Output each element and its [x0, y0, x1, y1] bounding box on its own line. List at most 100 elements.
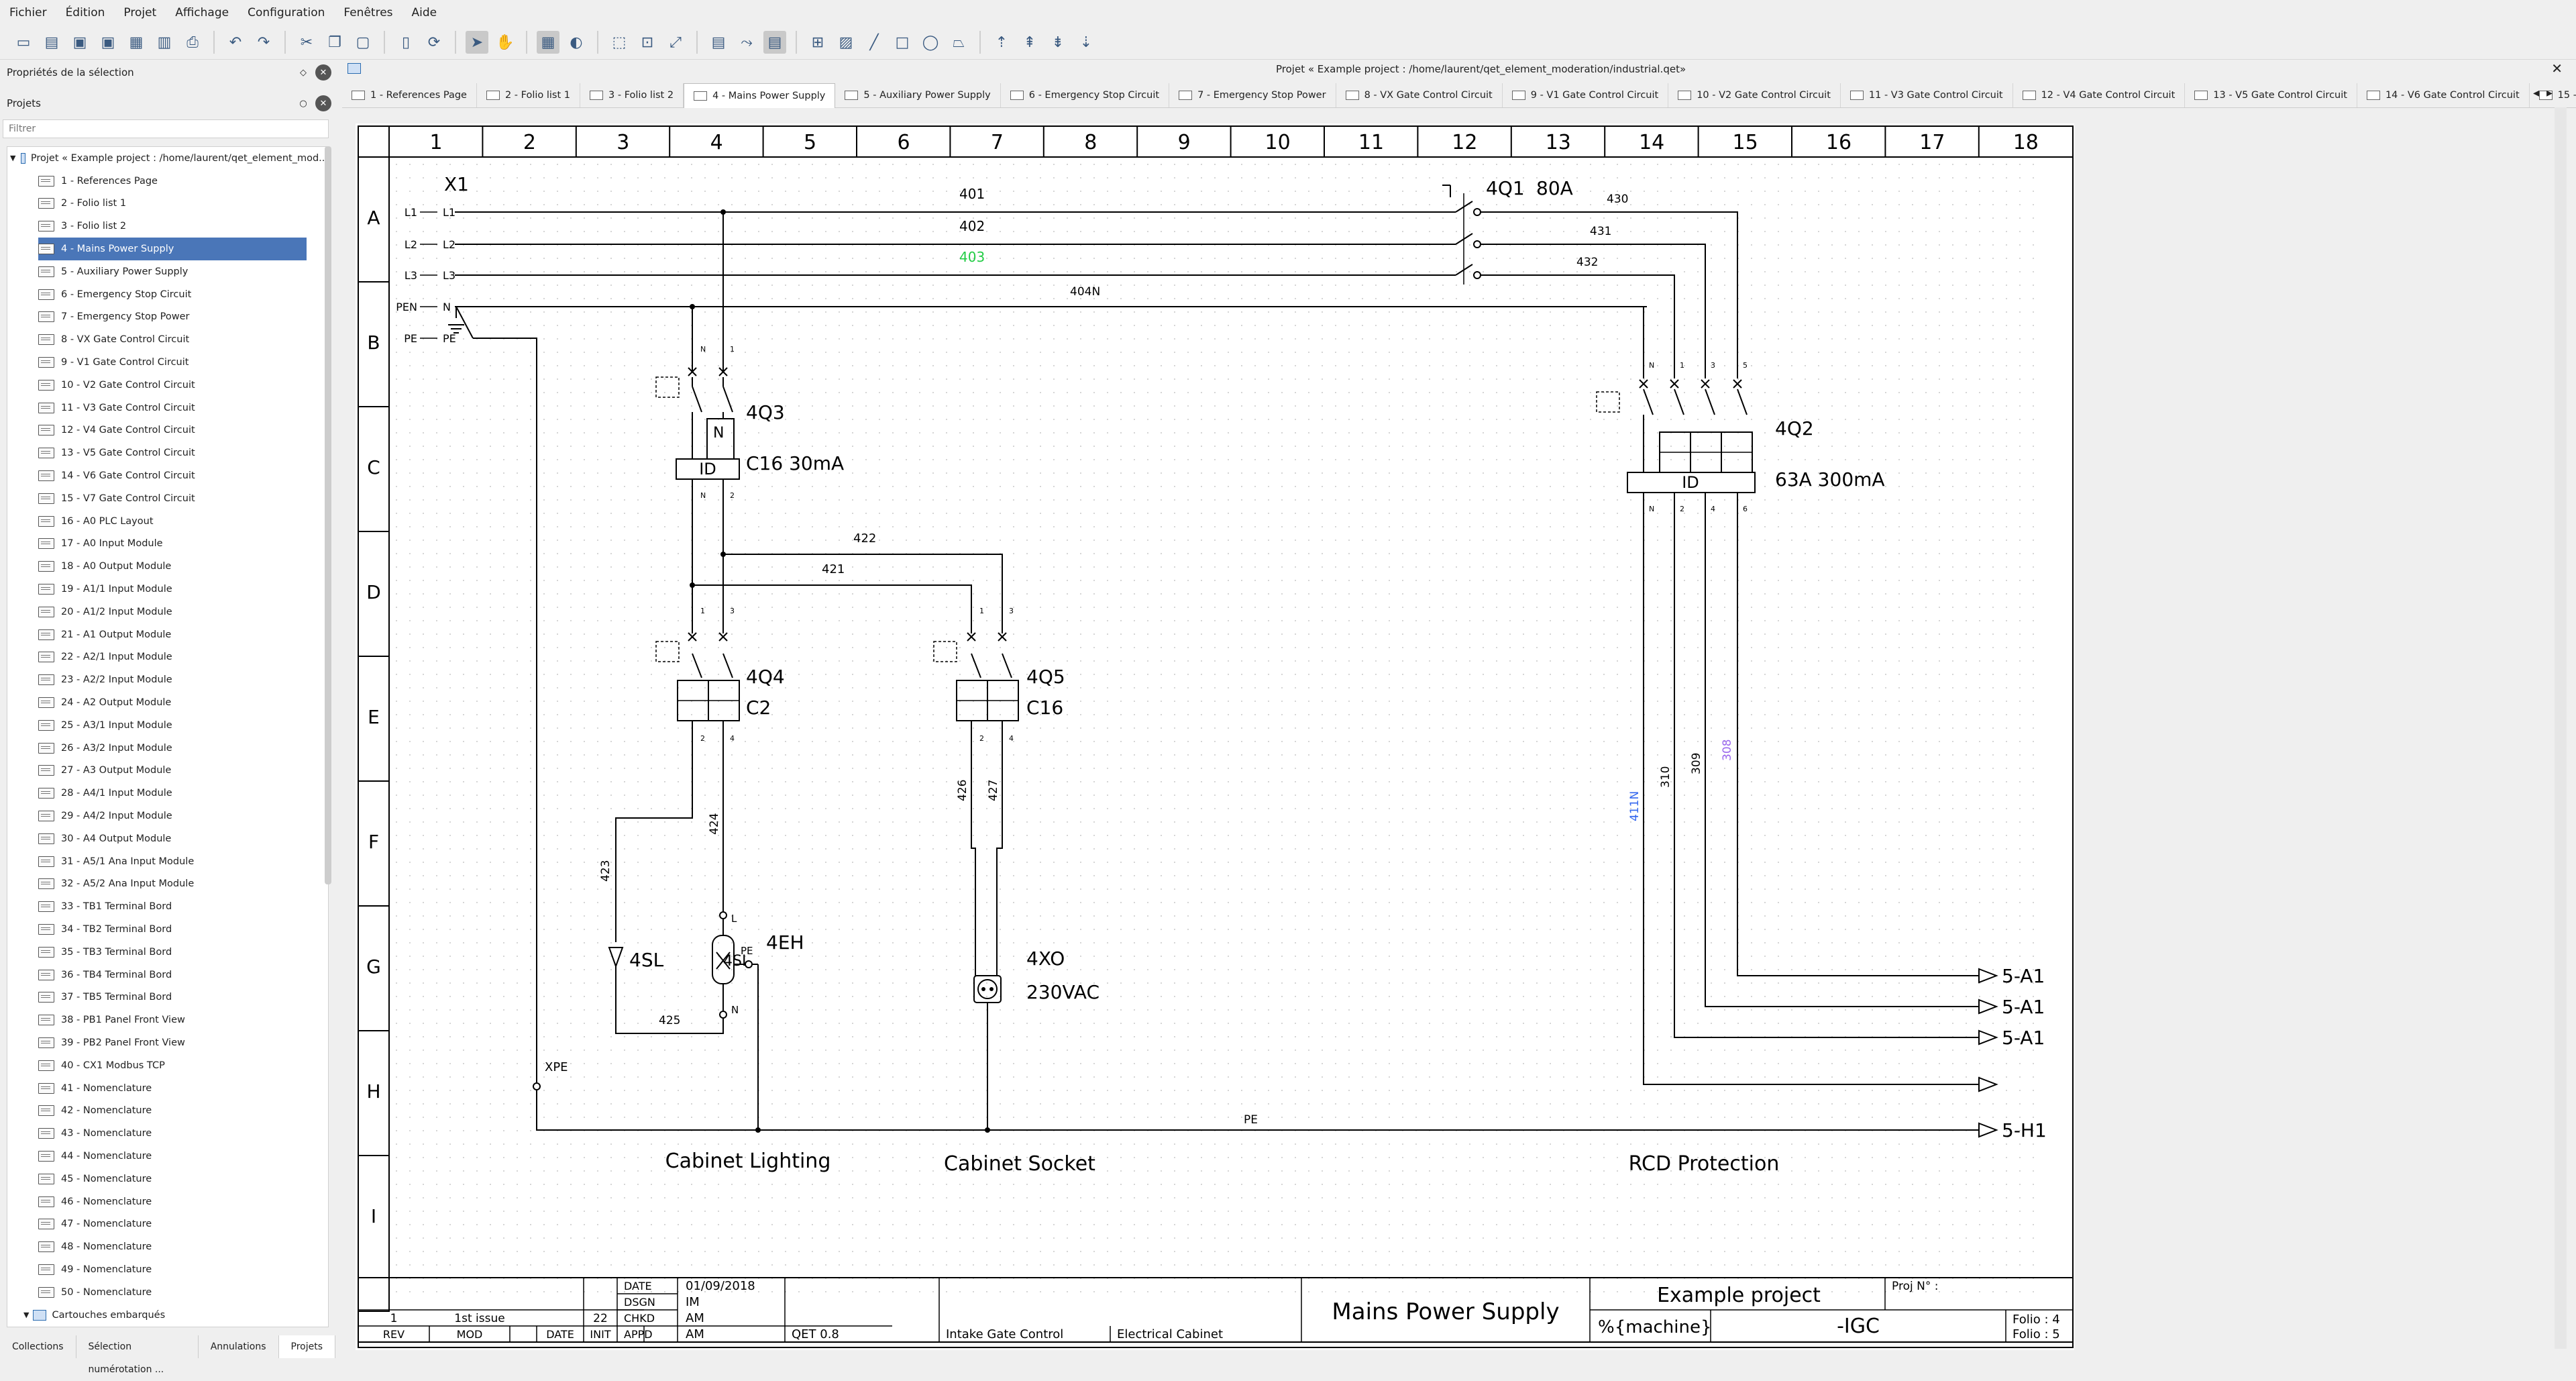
folio-tree-item[interactable]: 3 - Folio list 2 — [25, 215, 328, 238]
folio-tree-item[interactable]: 33 - TB1 Terminal Bord — [25, 895, 328, 918]
folio-tab[interactable]: 14 - V6 Gate Control Circuit — [2357, 83, 2530, 107]
folio-tree-item[interactable]: 38 - PB1 Panel Front View — [25, 1009, 328, 1031]
save-icon[interactable]: ▣ — [68, 31, 91, 54]
folio-tree-item[interactable]: 12 - V4 Gate Control Circuit — [25, 419, 328, 442]
folio-tree-item[interactable]: 40 - CX1 Modbus TCP — [25, 1054, 328, 1077]
menu-aide[interactable]: Aide — [402, 0, 447, 25]
send-back-icon[interactable]: ⇣ — [1075, 31, 1097, 54]
folio-tree-item[interactable]: 32 - A5/2 Ana Input Module — [25, 873, 328, 896]
folio-tree-item[interactable]: 23 - A2/2 Input Module — [25, 668, 328, 691]
zoom-fit-icon[interactable]: ⬚ — [608, 31, 631, 54]
tree-scrollbar[interactable] — [325, 146, 331, 884]
folio-tree-item[interactable]: 19 - A1/1 Input Module — [25, 578, 328, 601]
tabs-left-arrow-icon[interactable]: ◂ — [2533, 86, 2539, 100]
folio-tree-item[interactable]: 28 - A4/1 Input Module — [25, 782, 328, 805]
vertical-scrollbar[interactable] — [2555, 107, 2567, 1349]
menu-fenetres[interactable]: Fenêtres — [334, 0, 402, 25]
folio-tab[interactable]: 4 - Mains Power Supply — [684, 83, 836, 108]
menu-affichage[interactable]: Affichage — [166, 0, 238, 25]
folio-tab[interactable]: 1 - References Page — [342, 83, 477, 107]
print-icon[interactable]: ⎙ — [181, 31, 204, 54]
folio-tree-item[interactable]: 47 - Nomenclature — [25, 1213, 328, 1235]
float-icon[interactable]: ○ — [295, 95, 311, 111]
close-icon[interactable]: ✕ — [2551, 60, 2563, 76]
folio-tree-item[interactable]: 14 - V6 Gate Control Circuit — [25, 464, 328, 487]
folio-tree-item[interactable]: 17 - A0 Input Module — [25, 533, 328, 556]
folio-tree-item[interactable]: 44 - Nomenclature — [25, 1145, 328, 1168]
hand-pan-icon[interactable]: ✋ — [494, 31, 517, 54]
tab-undo[interactable]: Annulations — [199, 1335, 279, 1358]
menu-projet[interactable]: Projet — [114, 0, 166, 25]
folio-tree-item[interactable]: 16 - A0 PLC Layout — [25, 510, 328, 533]
folio-tab[interactable]: 3 - Folio list 2 — [580, 83, 684, 107]
folio-tab[interactable]: 11 - V3 Gate Control Circuit — [1841, 83, 2013, 107]
folio-tab[interactable]: 10 - V2 Gate Control Circuit — [1668, 83, 1841, 107]
folio-tree-item[interactable]: 39 - PB2 Panel Front View — [25, 1031, 328, 1054]
folio-tab[interactable]: 13 - V5 Gate Control Circuit — [2185, 83, 2357, 107]
folio-tree-item[interactable]: 4 - Mains Power Supply — [38, 238, 307, 260]
save-all-icon[interactable]: ▦ — [125, 31, 148, 54]
line-icon[interactable]: ╱ — [863, 31, 885, 54]
folio-tree-item[interactable]: 48 - Nomenclature — [25, 1235, 328, 1258]
close-project-icon[interactable]: ▥ — [153, 31, 176, 54]
select-pointer-icon[interactable]: ➤ — [466, 31, 488, 54]
folio-tree-item[interactable]: 30 - A4 Output Module — [25, 827, 328, 850]
folio-tree-item[interactable]: 1 - References Page — [25, 170, 328, 193]
save-as-icon[interactable]: ▣ — [97, 31, 119, 54]
folio-tree-item[interactable]: 24 - A2 Output Module — [25, 691, 328, 714]
undo-icon[interactable]: ↶ — [224, 31, 247, 54]
polygon-icon[interactable]: ⏢ — [947, 31, 970, 54]
folio-tab[interactable]: 7 - Emergency Stop Power — [1169, 83, 1336, 107]
tab-projects[interactable]: Projets — [278, 1335, 335, 1358]
conductor-icon[interactable]: ⤳ — [735, 31, 758, 54]
folio-tree-item[interactable]: 27 - A3 Output Module — [25, 760, 328, 782]
folio-tree-item[interactable]: 8 - VX Gate Control Circuit — [25, 328, 328, 351]
tab-numbering[interactable]: Sélection numérotation ... — [76, 1335, 199, 1375]
folio-tree-item[interactable]: 26 - A3/2 Input Module — [25, 737, 328, 760]
folio-tree-item[interactable]: 21 - A1 Output Module — [25, 623, 328, 646]
folio-tree-item[interactable]: 41 - Nomenclature — [25, 1077, 328, 1100]
image-icon[interactable]: ▨ — [835, 31, 857, 54]
cut-icon[interactable]: ✂ — [295, 31, 318, 54]
folio-tree-item[interactable]: 13 - V5 Gate Control Circuit — [25, 442, 328, 464]
folio-tab[interactable]: 6 - Emergency Stop Circuit — [1001, 83, 1170, 107]
folio-tree-item[interactable]: 20 - A1/2 Input Module — [25, 601, 328, 623]
paste-icon[interactable]: ▢ — [352, 31, 374, 54]
folio-tree-item[interactable]: 34 - TB2 Terminal Bord — [25, 918, 328, 941]
grid-toggle-icon[interactable]: ▦ — [537, 31, 559, 54]
tab-collections[interactable]: Collections — [0, 1335, 76, 1358]
folio-tree-item[interactable]: 43 - Nomenclature — [25, 1122, 328, 1145]
folio-tree-item[interactable]: 25 - A3/1 Input Module — [25, 714, 328, 737]
folio-tree-item[interactable]: 10 - V2 Gate Control Circuit — [25, 374, 328, 397]
folio-tree-item[interactable]: 50 - Nomenclature — [25, 1281, 328, 1304]
open-folder-icon[interactable]: ▤ — [40, 31, 63, 54]
folio-tree-item[interactable]: 15 - V7 Gate Control Circuit — [25, 487, 328, 510]
folio-tab[interactable]: 8 - VX Gate Control Circuit — [1336, 83, 1503, 107]
lower-icon[interactable]: ⇟ — [1046, 31, 1069, 54]
folio-tree-item[interactable]: 45 - Nomenclature — [25, 1168, 328, 1190]
folio-tab[interactable]: 2 - Folio list 1 — [477, 83, 581, 107]
rectangle-icon[interactable]: □ — [891, 31, 914, 54]
folio-tree-item[interactable]: 6 - Emergency Stop Circuit — [25, 283, 328, 306]
expand-arrow-icon[interactable]: ▼ — [10, 154, 15, 162]
menu-edition[interactable]: Édition — [56, 0, 115, 25]
redo-icon[interactable]: ↷ — [252, 31, 275, 54]
raise-icon[interactable]: ⇞ — [1018, 31, 1041, 54]
schematic-canvas[interactable]: 1 2 3 4 5 6 7 8 9 10 11 12 13 14 15 16 17 18 A B C D E F G H I X1 L1… — [356, 123, 2074, 1350]
color-mode-icon[interactable]: ◐ — [565, 31, 588, 54]
close-icon[interactable]: ✕ — [315, 95, 331, 111]
folio-tree-item[interactable]: 22 - A2/1 Input Module — [25, 646, 328, 669]
project-root[interactable]: ▼ Projet « Example project : /home/laure… — [7, 147, 328, 170]
folio-tree-item[interactable]: 29 - A4/2 Input Module — [25, 805, 328, 827]
folio-tree-item[interactable]: 5 - Auxiliary Power Supply — [25, 260, 328, 283]
float-icon[interactable]: ◇ — [295, 64, 311, 81]
filter-input[interactable] — [3, 119, 329, 138]
delete-icon[interactable]: ▯ — [394, 31, 417, 54]
bring-front-icon[interactable]: ⇡ — [990, 31, 1013, 54]
folio-tree-item[interactable]: 37 - TB5 Terminal Bord — [25, 986, 328, 1009]
folio-tree-item[interactable]: 9 - V1 Gate Control Circuit — [25, 351, 328, 374]
zoom-content-icon[interactable]: ⊡ — [636, 31, 659, 54]
folio-tree-item[interactable]: 7 - Emergency Stop Power — [25, 306, 328, 329]
ellipse-icon[interactable]: ◯ — [919, 31, 942, 54]
add-text-icon[interactable]: ▤ — [707, 31, 730, 54]
